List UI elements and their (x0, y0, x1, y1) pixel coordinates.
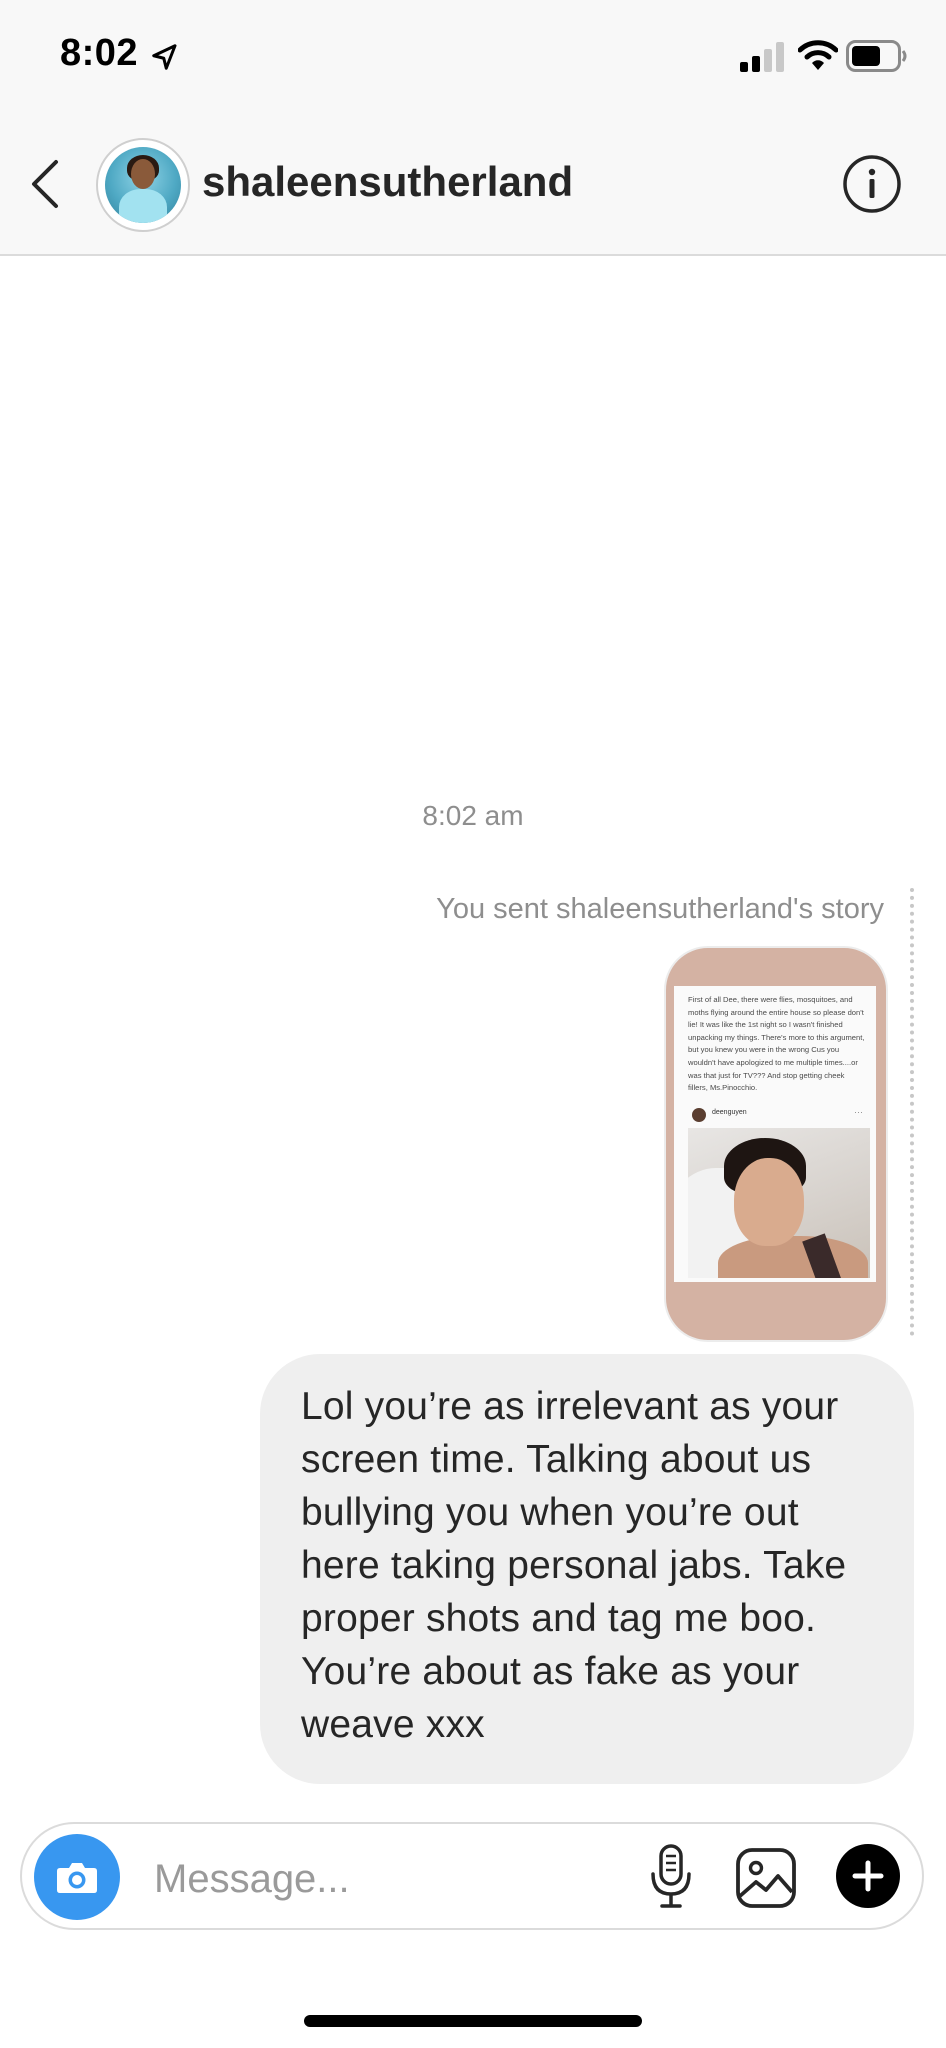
shared-story-preview[interactable]: First of all Dee, there were flies, mosq… (664, 946, 888, 1342)
story-screenshot: First of all Dee, there were flies, mosq… (674, 986, 876, 1282)
story-preview-text: First of all Dee, there were flies, mosq… (688, 995, 865, 1093)
plus-button[interactable] (836, 1844, 900, 1908)
signal-icon (740, 42, 784, 72)
sent-message-text: Lol you’re as irrelevant as your screen … (301, 1385, 847, 1746)
battery-icon (846, 40, 907, 72)
story-post-menu-icon: ··· (854, 1107, 863, 1117)
message-timestamp: 8:02 am (422, 800, 524, 831)
thread-dotted-rail (910, 888, 914, 1336)
camera-icon (57, 1863, 97, 1893)
message-input[interactable] (152, 1850, 636, 1908)
story-post-username: deenguyen (712, 1109, 747, 1116)
story-post-avatar (692, 1108, 706, 1122)
sent-message-bubble[interactable]: Lol you’re as irrelevant as your screen … (260, 1354, 914, 1784)
gallery-icon[interactable] (734, 1846, 798, 1910)
plus-icon (852, 1860, 884, 1892)
story-post-photo (688, 1128, 870, 1278)
header-username[interactable]: shaleensutherland (202, 158, 573, 206)
status-time: 8:02 (60, 32, 139, 74)
avatar-photo (105, 147, 181, 223)
navigation-header: 8:02 shaleensutherland (0, 0, 946, 256)
back-chevron-icon[interactable] (28, 158, 64, 210)
camera-button[interactable] (34, 1834, 120, 1920)
avatar[interactable] (96, 138, 190, 232)
location-arrow-icon (152, 44, 177, 70)
microphone-icon[interactable] (644, 1842, 698, 1912)
info-icon[interactable] (842, 154, 902, 214)
story-share-caption: You sent shaleensutherland's story (436, 893, 884, 925)
message-composer (20, 1822, 924, 1930)
home-indicator (304, 2015, 642, 2027)
wifi-icon (798, 40, 838, 70)
